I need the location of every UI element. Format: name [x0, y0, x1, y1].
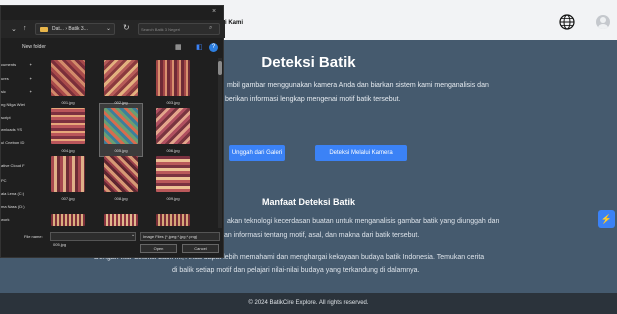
sidebar-item-label: ative Cloud F — [1, 163, 25, 168]
dialog-toolbar: New folder ▦ ◧ ? — [1, 42, 225, 54]
cancel-button[interactable]: Cancel — [182, 244, 219, 253]
up-arrow-icon[interactable]: ↑ — [23, 25, 27, 32]
sidebar-item-label: ures — [1, 76, 9, 81]
file-name: 006.jpg — [166, 148, 180, 153]
sidebar-item[interactable]: ures ✦ — [1, 76, 32, 81]
sidebar-item[interactable]: wnloads YS — [1, 127, 22, 132]
hero-description-line: mbil gambar menggunakan kamera Anda dan … — [227, 82, 489, 89]
file-open-dialog: × ⌄ ↑ Dat... › Batik 3... ⌄ ↻ ⌕ New fold… — [0, 5, 225, 258]
filename-label: File name: — [24, 234, 43, 239]
file-name: 005.jpg — [114, 148, 128, 153]
sidebar-item[interactable]: sic ✦ — [1, 89, 32, 94]
file-thumbnail[interactable] — [156, 214, 190, 226]
file-name: 007.jpg — [61, 196, 75, 201]
scrollbar-thumb[interactable] — [218, 61, 222, 75]
sidebar-item[interactable]: ul Cnebon ID — [1, 140, 24, 145]
address-bar: ⌄ ↑ Dat... › Batik 3... ⌄ ↻ ⌕ — [1, 20, 225, 38]
search-icon[interactable]: ⌕ — [209, 25, 212, 32]
file-name: 008.jpg — [114, 196, 128, 201]
file-thumbnail[interactable] — [104, 156, 138, 192]
upload-gallery-button[interactable]: Unggah dari Galeri — [229, 145, 285, 161]
sidebar-item[interactable]: ative Cloud F — [1, 163, 25, 168]
section-description-line: an informasi tentang motif, asal, dan ma… — [224, 232, 420, 239]
filename-field[interactable] — [50, 232, 136, 248]
new-folder-button[interactable]: New folder — [22, 44, 46, 50]
refresh-icon[interactable]: ↻ — [123, 23, 130, 32]
path-text: Dat... › Batik 3... — [52, 26, 88, 32]
open-button[interactable]: Open — [140, 244, 177, 253]
file-name: 001.jpg — [61, 100, 75, 105]
sidebar-item-label: ng Nilga Wiet — [1, 102, 25, 107]
sidebar-item[interactable]: ala Lena (C:) — [1, 191, 24, 196]
file-name: 009.jpg — [166, 196, 180, 201]
pin-icon: ✦ — [29, 89, 33, 94]
footer-copyright: © 2024 BatikCire Explore. All rights res… — [248, 300, 369, 306]
file-thumbnail[interactable] — [156, 60, 190, 96]
section-description-line: akan teknologi kecerdasan buatan untuk m… — [227, 218, 500, 225]
help-icon[interactable]: ? — [209, 43, 218, 52]
file-name: 002.jpg — [114, 100, 128, 105]
search-field[interactable]: ⌕ — [138, 23, 220, 35]
sidebar-item[interactable]: ng Nilga Wiet — [1, 102, 25, 107]
sidebar-item-label: ul Cnebon ID — [1, 140, 25, 145]
footer: © 2024 BatikCire Explore. All rights res… — [0, 293, 617, 314]
globe-icon[interactable] — [559, 14, 575, 30]
sidebar-item[interactable]: PC — [1, 178, 7, 183]
view-options-icon[interactable]: ▦ — [175, 43, 182, 51]
sidebar-item-label: PC — [1, 178, 7, 183]
section-description-line: di balik setiap motif dan pelajari nilai… — [172, 267, 420, 274]
folder-icon — [40, 27, 48, 32]
file-thumbnail[interactable] — [104, 60, 138, 96]
sidebar-item-label: ala Lena (C:) — [1, 191, 25, 196]
path-breadcrumb[interactable]: Dat... › Batik 3... ⌄ — [35, 23, 115, 35]
search-input[interactable] — [141, 25, 207, 34]
file-name: 004.jpg — [61, 148, 75, 153]
sidebar-item[interactable]: ma Nass (D:) — [1, 204, 25, 209]
sidebar-item-label: sic — [1, 89, 6, 94]
scrollbar[interactable] — [218, 58, 222, 228]
sidebar-item-label: wnloads YS — [1, 127, 23, 132]
file-thumbnail[interactable] — [51, 156, 85, 192]
avatar[interactable] — [596, 15, 610, 29]
chevron-down-icon[interactable]: ⌄ — [106, 25, 111, 32]
lightning-icon: ⚡ — [600, 214, 613, 224]
file-thumbnail[interactable] — [104, 214, 138, 226]
file-thumbnail[interactable] — [51, 214, 85, 226]
sidebar-item-label: work — [1, 217, 10, 222]
sidebar-item-label: cuments — [1, 62, 17, 67]
filename-input[interactable] — [51, 241, 131, 248]
hero-description-line: berikan informasi lengkap mengenai motif… — [225, 96, 401, 103]
sidebar-item[interactable]: cuments ✦ — [1, 62, 32, 67]
sidebar-item-label: ma Nass (D:) — [1, 204, 25, 209]
filetype-select[interactable]: Image Files (*.jpeg;*.jpg;*.png) — [140, 232, 220, 241]
file-name: 003.jpg — [166, 100, 180, 105]
file-thumbnail[interactable] — [51, 108, 85, 144]
file-thumbnail[interactable] — [156, 156, 190, 192]
camera-detect-button[interactable]: Deteksi Melalui Kamera — [315, 145, 407, 161]
file-thumbnail[interactable] — [156, 108, 190, 144]
sidebar-item[interactable]: work — [1, 217, 9, 222]
sidebar-item-label: script — [1, 115, 11, 120]
preview-pane-icon[interactable]: ◧ — [196, 43, 203, 51]
floating-action-button[interactable]: ⚡ — [598, 210, 615, 228]
file-thumbnail[interactable] — [104, 108, 138, 144]
back-arrow-icon[interactable]: ⌄ — [11, 25, 17, 33]
sidebar-item[interactable]: script — [1, 115, 11, 120]
close-icon[interactable]: × — [212, 8, 216, 15]
pin-icon: ✦ — [29, 76, 33, 81]
pin-icon: ✦ — [29, 62, 33, 67]
chevron-down-icon[interactable]: ⌄ — [131, 232, 135, 238]
file-thumbnail[interactable] — [51, 60, 85, 96]
